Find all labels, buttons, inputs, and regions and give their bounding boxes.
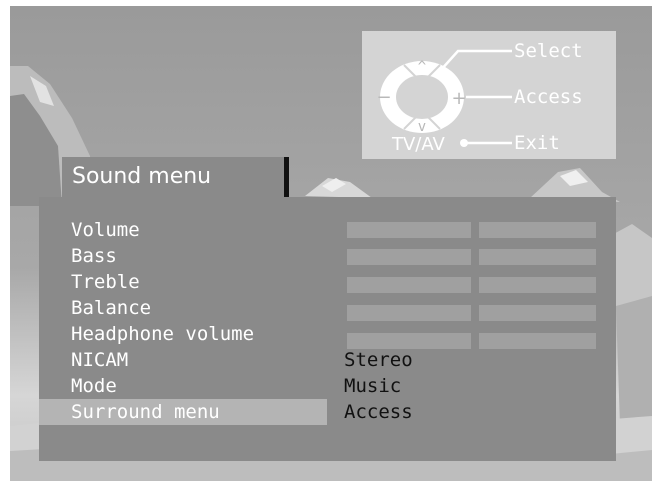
menu-item-surround-menu[interactable]: Surround menu (39, 399, 327, 425)
plus-icon: + (451, 88, 466, 109)
remote-ring-hole (396, 75, 448, 119)
menu-item-bass[interactable]: Bass (39, 243, 327, 269)
menu-item-label: Mode (71, 375, 117, 397)
menu-item-treble[interactable]: Treble (39, 269, 327, 295)
menu-item-label: NICAM (71, 349, 129, 371)
menu-item-label: Balance (71, 297, 152, 319)
access-label: Access (514, 86, 583, 108)
treble-slider[interactable] (347, 277, 597, 293)
slider-segment (479, 333, 596, 349)
tv-av-button-label: TV/AV (392, 134, 445, 155)
menu-item-label: Headphone volume (71, 323, 255, 345)
slider-segment (347, 277, 471, 293)
menu-item-mode[interactable]: Mode (39, 373, 327, 399)
slider-segment (479, 222, 596, 238)
menu-item-label: Treble (71, 271, 140, 293)
down-arrow-icon: v (418, 119, 426, 135)
nicam-value: Stereo (344, 349, 413, 371)
bass-slider[interactable] (347, 249, 597, 265)
volume-slider[interactable] (347, 222, 597, 238)
select-label: Select (514, 40, 583, 62)
slider-segment (347, 305, 471, 321)
page-title: Sound menu (72, 164, 212, 189)
exit-label: Exit (514, 132, 560, 154)
menu-item-balance[interactable]: Balance (39, 295, 327, 321)
slider-segment (347, 222, 471, 238)
menu-item-label: Volume (71, 219, 140, 241)
slider-segment (347, 249, 471, 265)
menu-item-headphone-volume[interactable]: Headphone volume (39, 321, 327, 347)
slider-segment (479, 277, 596, 293)
slider-segment (479, 249, 596, 265)
menu-item-label: Surround menu (71, 401, 220, 423)
mode-value: Music (344, 375, 402, 397)
minus-icon: − (376, 87, 391, 108)
menu-list: Volume Bass Treble Balance Headphone vol… (39, 217, 327, 425)
slider-segment (479, 305, 596, 321)
remote-help-panel: ^ v + − Select Access Exit TV/AV (362, 31, 616, 159)
menu-item-label: Bass (71, 245, 117, 267)
surround-menu-value: Access (344, 401, 413, 423)
menu-item-volume[interactable]: Volume (39, 217, 327, 243)
select-pointer-line (439, 49, 512, 72)
up-arrow-icon: ^ (418, 59, 426, 75)
sound-menu-panel: Volume Bass Treble Balance Headphone vol… (39, 197, 616, 461)
menu-item-nicam[interactable]: NICAM (39, 347, 327, 373)
tv-screen: ^ v + − Select Access Exit TV/AV Sound m… (10, 6, 652, 481)
balance-slider[interactable] (347, 305, 597, 321)
